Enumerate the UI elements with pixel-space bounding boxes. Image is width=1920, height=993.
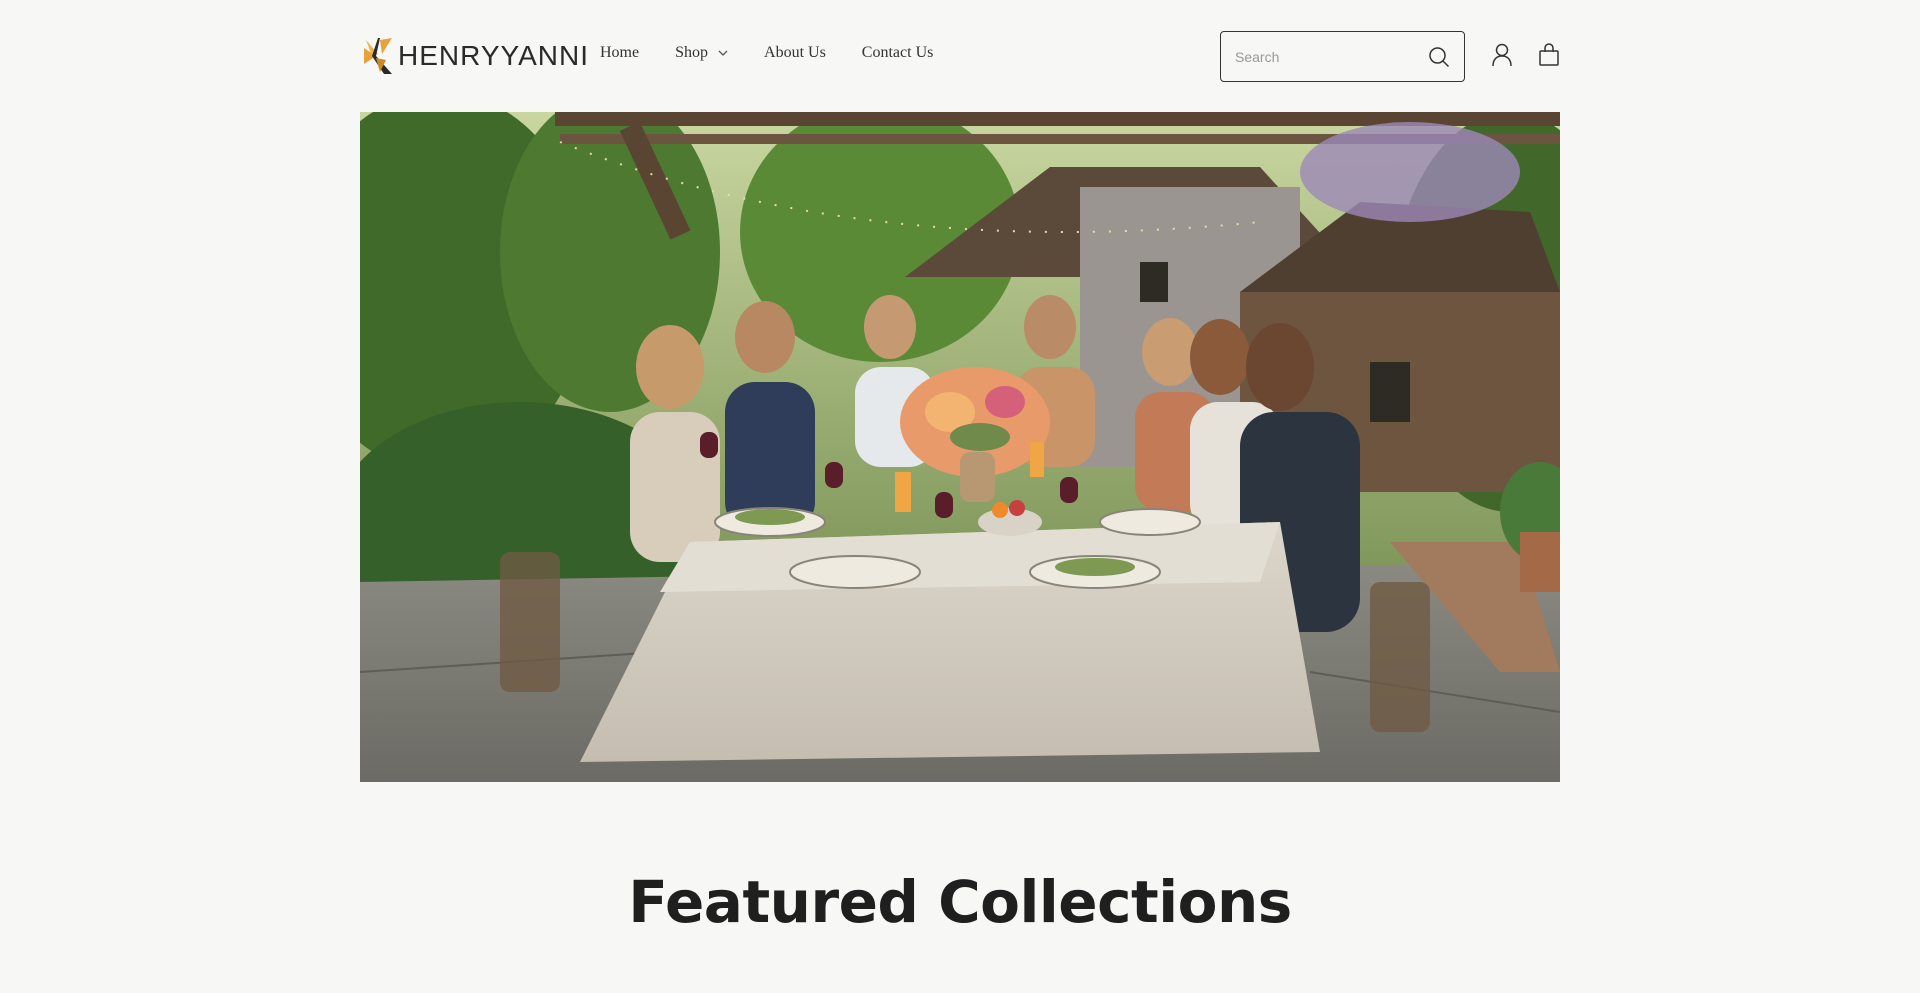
nav-contact-label: Contact Us [861, 44, 934, 61]
nav-home-label: Home [600, 44, 640, 61]
cart-icon[interactable] [1538, 43, 1560, 67]
hero-image [360, 112, 1560, 782]
nav-about-label: About Us [764, 44, 826, 61]
nav-shop[interactable]: Shop [675, 44, 728, 62]
site-header: HENRYYANNI Home Shop About Us Contact Us [360, 0, 1560, 112]
search-box [1220, 31, 1465, 82]
brand-name: HENRYYANNI [398, 40, 590, 71]
chevron-down-icon [718, 50, 728, 56]
featured-collections-heading: Featured Collections [628, 868, 1292, 936]
nav-about[interactable]: About Us [764, 44, 826, 62]
nav-shop-label: Shop [675, 44, 709, 61]
search-input[interactable] [1235, 46, 1415, 68]
search-icon[interactable] [1428, 46, 1450, 68]
brand-logo[interactable]: HENRYYANNI [362, 34, 589, 78]
main-nav: Home Shop About Us Contact Us [600, 44, 933, 62]
nav-home[interactable]: Home [600, 44, 639, 62]
account-icon[interactable] [1491, 43, 1513, 67]
nav-contact[interactable]: Contact Us [862, 44, 934, 62]
brand-mark-icon [364, 38, 392, 74]
